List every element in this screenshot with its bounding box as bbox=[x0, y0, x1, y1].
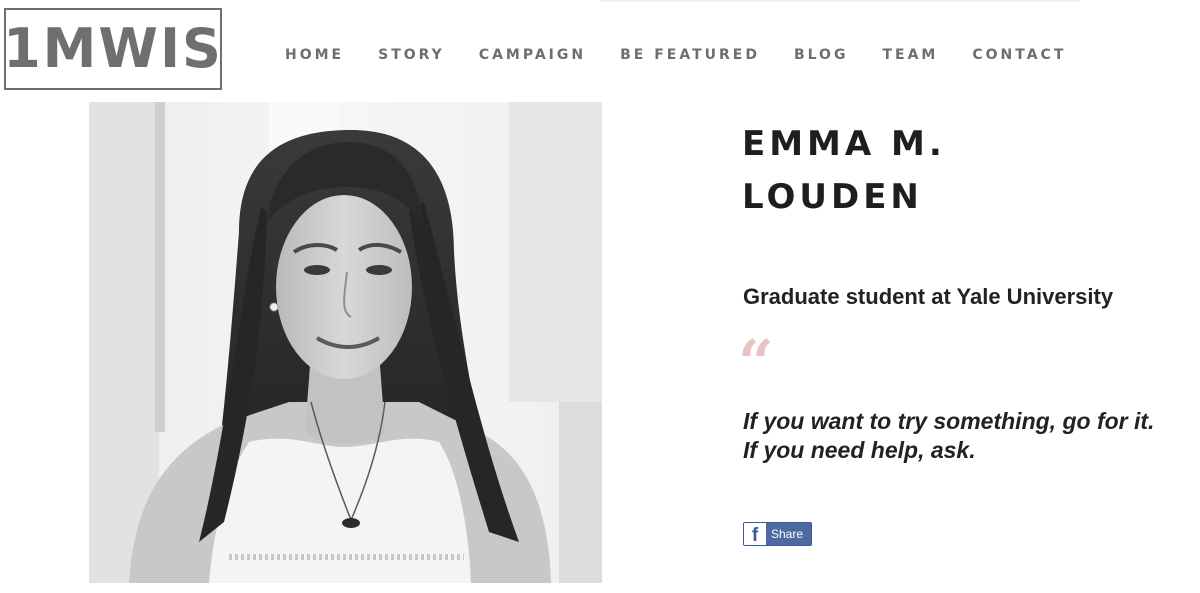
main-nav: HOME STORY CAMPAIGN BE FEATURED BLOG TEA… bbox=[285, 47, 1100, 63]
nav-item-story[interactable]: STORY bbox=[378, 47, 445, 63]
nav-item-home[interactable]: HOME bbox=[285, 47, 344, 63]
profile-photo bbox=[89, 102, 602, 583]
logo-text: 1MWIS bbox=[3, 17, 223, 80]
nav-item-team[interactable]: TEAM bbox=[882, 47, 938, 63]
quote-mark-icon: “ bbox=[738, 326, 774, 399]
site-logo[interactable]: 1MWIS bbox=[3, 8, 223, 90]
profile-name-line2: LOUDEN bbox=[742, 177, 923, 217]
header-top-strip bbox=[600, 0, 1080, 2]
profile-subtitle: Graduate student at Yale University bbox=[743, 284, 1114, 309]
nav-item-be-featured[interactable]: BE FEATURED bbox=[620, 47, 760, 63]
facebook-share-button[interactable]: f Share bbox=[743, 522, 812, 546]
nav-item-campaign[interactable]: CAMPAIGN bbox=[479, 47, 586, 63]
profile-name: EMMA M. LOUDEN bbox=[742, 118, 946, 224]
facebook-icon: f bbox=[744, 523, 766, 545]
quote-line1: If you want to try something, go for it. bbox=[743, 408, 1155, 434]
nav-item-contact[interactable]: CONTACT bbox=[972, 47, 1066, 63]
share-label: Share bbox=[770, 527, 804, 541]
nav-item-blog[interactable]: BLOG bbox=[794, 47, 849, 63]
profile-quote: If you want to try something, go for it.… bbox=[743, 407, 1154, 465]
profile-name-line1: EMMA M. bbox=[742, 124, 946, 164]
quote-line2: If you need help, ask. bbox=[743, 437, 976, 463]
